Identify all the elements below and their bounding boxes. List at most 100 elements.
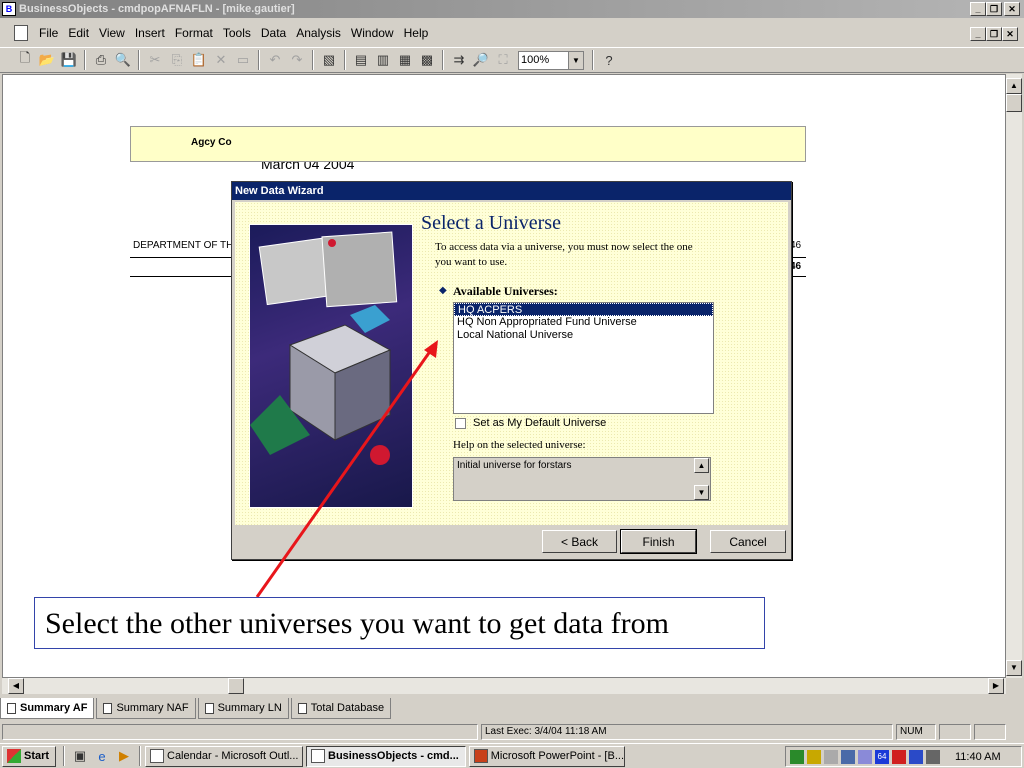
start-button[interactable]: Start [2,745,56,767]
network-icon[interactable] [790,749,804,764]
menu-window[interactable]: Window [346,26,399,40]
window-title: BusinessObjects - cmdpopAFNAFLN - [mike.… [19,3,295,15]
powerpoint-icon [474,749,488,763]
sheet-icon [297,702,307,714]
doc-minimize-button[interactable]: _ [970,27,986,41]
paste-icon[interactable]: 📋 [188,49,210,71]
task-label: Microsoft PowerPoint - [B... [490,750,624,762]
scroll-down-icon[interactable]: ▼ [1006,660,1022,676]
context-help-icon[interactable]: ? [598,49,620,71]
open-icon[interactable]: 📂 [36,49,58,71]
minimize-button[interactable]: _ [970,2,986,16]
sheet-tabs: Summary AF Summary NAF Summary LN Total … [0,698,1024,720]
table-icon[interactable]: ▩ [416,49,438,71]
help-text: Initial universe for forstars [457,460,572,471]
default-universe-label: Set as My Default Universe [473,417,607,429]
finish-button[interactable]: Finish [620,529,697,554]
scroll-thumb[interactable] [228,678,244,694]
alert-icon[interactable] [892,749,906,764]
status-caps [939,724,971,740]
filter-icon[interactable]: ▥ [372,49,394,71]
vertical-scrollbar[interactable]: ▲ ▼ [1006,74,1022,678]
pen-icon[interactable] [807,749,821,764]
menu-analysis[interactable]: Analysis [291,26,346,40]
volume-icon[interactable] [824,749,838,764]
undo-icon[interactable]: ↶ [264,49,286,71]
scroll-right-icon[interactable]: ▶ [988,678,1004,694]
list-item[interactable]: Local National Universe [454,329,713,342]
computer-icon[interactable] [841,749,855,764]
help-label: Help on the selected universe: [453,439,586,451]
restore-button[interactable]: ❐ [986,2,1002,16]
clear-icon[interactable]: ▭ [232,49,254,71]
toolbar-separator [442,50,444,70]
redo-icon[interactable]: ↷ [286,49,308,71]
close-button[interactable]: ✕ [1004,2,1020,16]
monitor-icon[interactable] [909,749,923,764]
scroll-left-icon[interactable]: ◀ [8,678,24,694]
tab-summary-naf[interactable]: Summary NAF [96,698,196,719]
structure-icon[interactable]: ▤ [350,49,372,71]
slice-dice-icon[interactable]: ⇉ [448,49,470,71]
new-icon[interactable]: 🗋 [14,49,36,71]
menu-edit[interactable]: Edit [63,26,94,40]
menu-insert[interactable]: Insert [130,26,170,40]
help-textarea[interactable]: Initial universe for forstars ▲ ▼ [453,457,711,501]
doc-close-button[interactable]: ✕ [1002,27,1018,41]
chevron-down-icon[interactable]: ▼ [568,51,583,69]
clock[interactable]: 11:40 AM [955,751,1001,763]
menu-tools[interactable]: Tools [218,26,256,40]
status-scroll [974,724,1006,740]
scroll-down-icon[interactable]: ▼ [694,485,709,500]
menu-file[interactable]: File [34,26,63,40]
status-bar: Last Exec: 3/4/04 11:18 AM NUM [0,722,1024,742]
save-icon[interactable]: 💾 [58,49,80,71]
menu-format[interactable]: Format [170,26,218,40]
tab-summary-af[interactable]: Summary AF [0,698,95,719]
scroll-up-icon[interactable]: ▲ [1006,78,1022,94]
task-powerpoint[interactable]: Microsoft PowerPoint - [B... [469,745,625,767]
document-icon[interactable] [14,25,28,41]
report-table-header: Agcy Co [130,126,806,162]
row-label: DEPARTMENT OF TH [133,240,234,251]
outline-icon[interactable]: ▦ [394,49,416,71]
list-item[interactable]: HQ Non Appropriated Fund Universe [454,316,713,329]
cut-icon[interactable]: ✂ [144,49,166,71]
media-player-icon[interactable]: ▶ [113,745,135,767]
desktop-icon[interactable]: ▣ [69,745,91,767]
tab-label: Summary AF [20,702,88,714]
new-data-wizard-dialog: New Data Wizard Select a Universe To acc… [231,181,792,560]
menu-help[interactable]: Help [399,26,434,40]
tab-summary-ln[interactable]: Summary LN [197,698,289,719]
drill-icon[interactable]: ⛶ [492,49,514,71]
zoom-select[interactable]: 100% ▼ [518,50,584,70]
tray-badge-icon[interactable]: 64 [875,749,889,764]
task-outlook[interactable]: Calendar - Microsoft Outl... [145,745,303,767]
cancel-button[interactable]: Cancel [710,530,786,553]
title-bar: B BusinessObjects - cmdpopAFNAFLN - [mik… [0,0,1024,18]
back-button[interactable]: < Back [542,530,617,553]
menu-data[interactable]: Data [256,26,291,40]
universe-list[interactable]: HQ ACPERS HQ Non Appropriated Fund Unive… [453,302,714,414]
default-universe-checkbox[interactable] [455,418,466,429]
tab-total-database[interactable]: Total Database [290,698,392,719]
wizard-illustration [249,224,413,508]
menu-view[interactable]: View [94,26,130,40]
horizontal-scrollbar[interactable]: ◀ ▶ [2,678,1006,694]
delete-icon[interactable]: ✕ [210,49,232,71]
print-preview-icon[interactable]: 🔍 [112,49,134,71]
zoom-icon[interactable]: 🔎 [470,49,492,71]
scroll-up-icon[interactable]: ▲ [694,458,709,473]
task-label: Calendar - Microsoft Outl... [167,750,299,762]
doc-restore-button[interactable]: ❐ [986,27,1002,41]
dialog-title: New Data Wizard [232,182,791,200]
task-businessobjects[interactable]: BusinessObjects - cmd... [306,745,466,767]
internet-explorer-icon[interactable]: e [91,745,113,767]
print-icon[interactable]: ⎙ [90,49,112,71]
scroll-thumb[interactable] [1006,94,1022,112]
sync-icon[interactable] [858,749,872,764]
printer-icon[interactable] [926,749,940,764]
format-painter-icon[interactable]: ▧ [318,49,340,71]
list-item[interactable]: HQ ACPERS [454,303,713,316]
copy-icon[interactable]: ⎘ [166,49,188,71]
